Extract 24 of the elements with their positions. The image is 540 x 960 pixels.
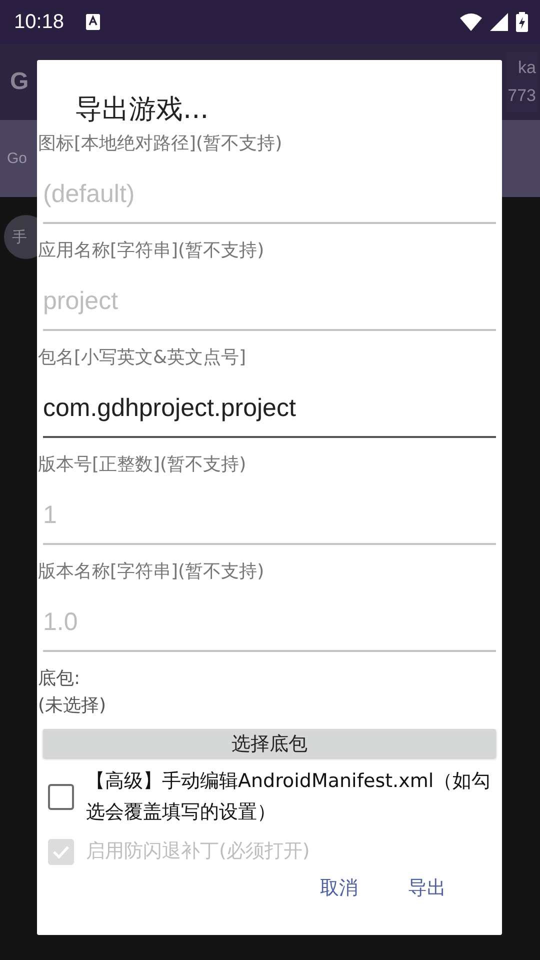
base-package-status: (未选择) <box>38 694 108 718</box>
field-label: 图标[本地绝对路径](暂不支持) <box>38 132 284 156</box>
battery-icon <box>516 12 528 32</box>
app-title: G <box>10 68 29 96</box>
keyboard-icon <box>86 14 100 30</box>
credit-text: ka <box>518 57 536 79</box>
checkbox-label: 【高级】手动编辑AndroidManifest.xml（如勾选会覆盖填写的设置） <box>86 769 492 825</box>
select-base-package-button[interactable]: 选择底包 <box>43 729 496 758</box>
checkbox[interactable] <box>48 784 74 810</box>
signal-icon <box>490 13 508 31</box>
wifi-icon <box>460 13 482 31</box>
input-field[interactable]: com.gdhproject.project <box>43 372 496 438</box>
credit-text: 773 <box>508 85 536 107</box>
dialog-title: 导出游戏... <box>74 93 210 127</box>
dialog-button[interactable]: 导出 <box>398 867 456 909</box>
checkbox-label: 启用防闪退补丁(必须打开) <box>86 839 310 864</box>
field-label: 版本名称[字符串](暂不支持) <box>38 560 266 584</box>
dialog-button[interactable]: 取消 <box>310 867 368 909</box>
field-label: 包名[小写英文&英文点号] <box>38 346 248 370</box>
check-icon <box>52 844 70 858</box>
clock: 10:18 <box>14 10 64 34</box>
field-label: 版本号[正整数](暂不支持) <box>38 453 248 477</box>
base-package-label: 底包: <box>38 667 82 691</box>
tab[interactable]: Go <box>7 150 28 167</box>
